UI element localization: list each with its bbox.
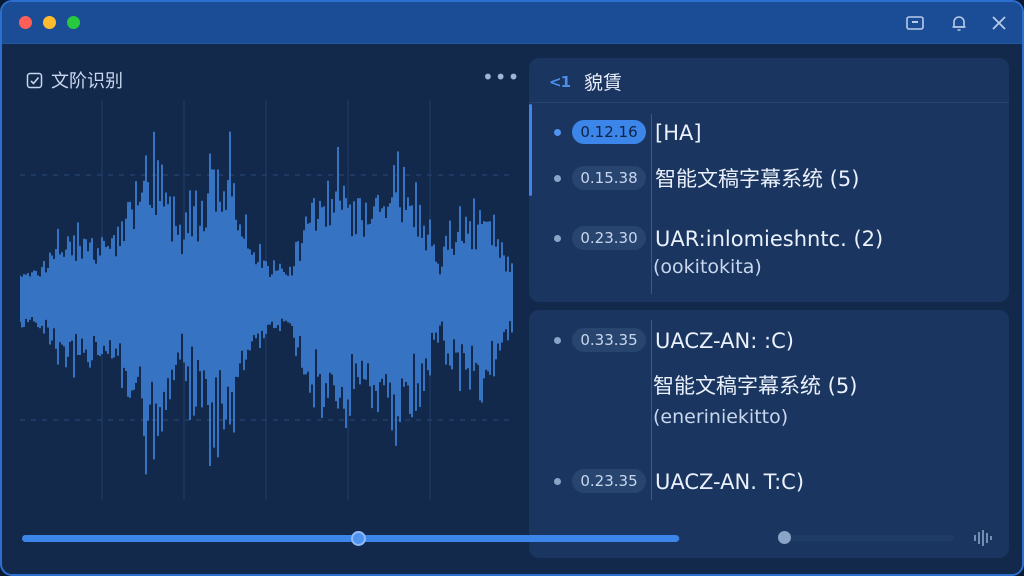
entry-subtext: (eneriniekitto) <box>653 406 789 428</box>
entry-text: UACZ-AN: :C) <box>655 329 794 353</box>
transcript-card: 0.33.35 UACZ-AN: :C) 智能文稿字幕系统 (5) (eneri… <box>529 310 1009 558</box>
panel-title-text: 文阶识别 <box>51 71 123 92</box>
transcript-entry[interactable]: 0.15.38 智能文稿字幕系统 (5) <box>529 164 1009 194</box>
close-window-button[interactable] <box>19 16 32 29</box>
transcript-card: <1 貌賃 0.12.16 [HA] 0.15.38 智能文稿字幕系统 (5) … <box>529 58 1009 302</box>
transcript-panel: <1 貌賃 0.12.16 [HA] 0.15.38 智能文稿字幕系统 (5) … <box>529 58 1009 558</box>
more-icon[interactable]: ••• <box>482 65 520 89</box>
entry-dot <box>554 129 561 136</box>
audio-waveform[interactable] <box>20 100 514 500</box>
entry-dot <box>554 478 561 485</box>
entry-timestamp[interactable]: 0.12.16 <box>572 120 646 144</box>
entry-timestamp[interactable]: 0.33.35 <box>572 328 646 352</box>
app-window: 文阶识别 ••• <1 貌賃 0.12.16 [HA] 0.15.38 智能文稿… <box>0 0 1024 576</box>
window-icon[interactable] <box>905 13 925 33</box>
volume-slider[interactable] <box>778 531 954 544</box>
transcript-entry[interactable]: 0.12.16 [HA] <box>529 118 1009 148</box>
progress-handle[interactable] <box>350 531 366 546</box>
transcript-title: 貌賃 <box>584 72 623 94</box>
divider <box>529 102 1009 103</box>
entry-timestamp[interactable]: 0.23.35 <box>572 469 646 493</box>
entry-dot <box>554 337 561 344</box>
transcript-header: <1 貌賃 <box>549 68 622 95</box>
close-icon[interactable] <box>989 13 1009 33</box>
entry-text: UACZ-AN. T:C) <box>655 470 805 494</box>
volume-handle[interactable] <box>778 531 791 544</box>
entry-text: 智能文稿字幕系统 (5) <box>653 374 858 398</box>
transcript-entry[interactable]: 0.23.35 UACZ-AN. T:C) <box>529 467 1009 497</box>
playback-progress-bar[interactable] <box>22 531 680 546</box>
panel-title: 文阶识别 <box>26 67 123 93</box>
back-icon[interactable]: <1 <box>549 73 571 91</box>
transcript-entry[interactable]: 0.23.30 UAR:inlomieshntc. (2) (ookitokit… <box>529 224 1009 278</box>
waveform-panel: 文阶识别 ••• <box>2 45 524 515</box>
transcript-entry[interactable]: 0.33.35 UACZ-AN: :C) <box>529 326 1009 356</box>
entry-text: 智能文稿字幕系统 (5) <box>655 167 860 191</box>
minimize-window-button[interactable] <box>43 16 56 29</box>
title-bar <box>2 2 1022 44</box>
entry-timestamp[interactable]: 0.23.30 <box>572 226 646 250</box>
maximize-window-button[interactable] <box>67 16 80 29</box>
entry-dot <box>554 235 561 242</box>
entry-text: [HA] <box>655 121 702 145</box>
audio-wave-icon[interactable] <box>972 528 994 548</box>
entry-text: UAR:inlomieshntc. (2) <box>655 227 884 251</box>
entry-subtext: (ookitokita) <box>653 256 762 278</box>
entry-dot <box>554 175 561 182</box>
bell-icon[interactable] <box>949 13 969 33</box>
checkbox-icon <box>26 72 43 88</box>
entry-timestamp[interactable]: 0.15.38 <box>572 166 646 190</box>
